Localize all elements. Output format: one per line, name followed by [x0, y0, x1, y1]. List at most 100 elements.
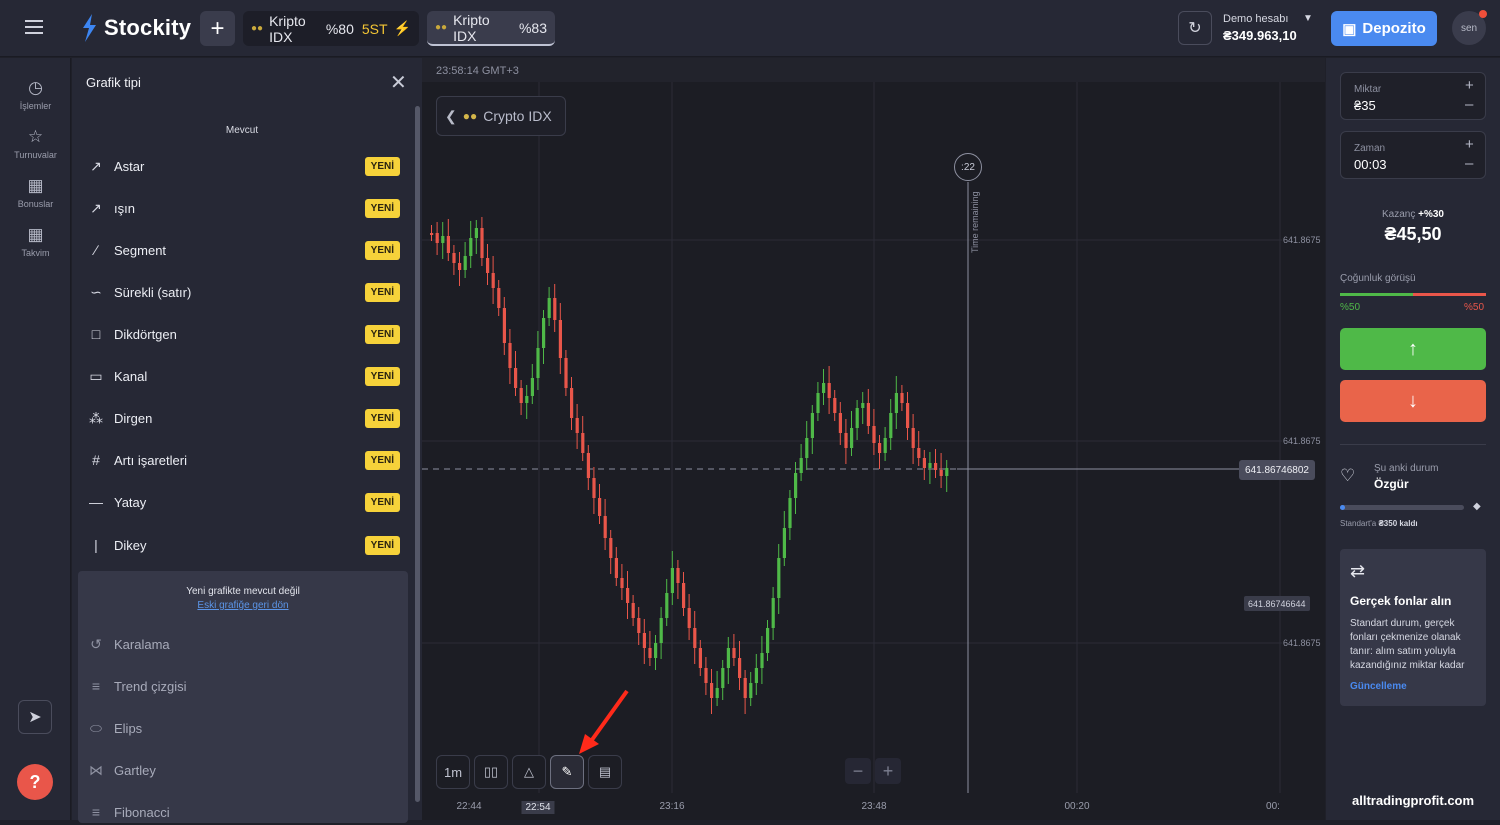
- unavailable-tools-section: Yeni grafikte mevcut değil Eski grafiğe …: [78, 571, 408, 823]
- tool-item-astar[interactable]: ↗ Astar YENİ: [86, 152, 400, 180]
- caret-down-icon: ▼: [1303, 13, 1313, 24]
- tab-asset-name: Kripto IDX: [453, 11, 490, 44]
- divider: [1340, 444, 1486, 445]
- buy-up-button[interactable]: ↑: [1340, 328, 1486, 370]
- amount-minus-button[interactable]: –: [1465, 96, 1473, 113]
- amount-label: Miktar: [1354, 84, 1382, 95]
- candle-body: [514, 368, 518, 388]
- rocket-button[interactable]: ➤: [18, 700, 52, 734]
- candle-body: [682, 583, 686, 608]
- candle-body: [519, 388, 523, 403]
- candle-body: [620, 578, 624, 588]
- unavailable-title: Yeni grafikte mevcut değil: [186, 586, 300, 597]
- time-minus-button[interactable]: –: [1465, 155, 1473, 172]
- tool-item-polyline[interactable]: ∽ Sürekli (satır) YENİ: [86, 278, 400, 306]
- close-icon[interactable]: ✕: [390, 70, 407, 95]
- tool-item-crosshair[interactable]: # Artı işaretleri YENİ: [86, 446, 400, 474]
- time-plus-button[interactable]: +: [1465, 136, 1474, 153]
- new-badge: YENİ: [364, 408, 400, 428]
- nav-item-bonuses[interactable]: ▦ Bonuslar: [0, 176, 71, 209]
- old-chart-link[interactable]: Eski grafiğe geri dön: [78, 600, 408, 611]
- polyline-icon: ∽: [90, 283, 102, 300]
- asset-tab-2[interactable]: ●● Kripto IDX %83: [427, 11, 555, 46]
- tool-item-ray[interactable]: ↗ ışın YENİ: [86, 194, 400, 222]
- asset-tab-1[interactable]: ●● Kripto IDX %80 5ST ⚡: [243, 11, 419, 46]
- candle-body: [665, 593, 669, 618]
- upgrade-link[interactable]: Güncelleme: [1350, 681, 1407, 692]
- trophy-icon: ☆: [27, 127, 44, 146]
- tool-item-pitchfork[interactable]: ⁂ Dirgen YENİ: [86, 404, 400, 432]
- candle-body: [782, 528, 786, 558]
- indicators-button[interactable]: △: [512, 755, 546, 789]
- account-selector[interactable]: Demo hesabı ▼ ₴349.963,10: [1223, 13, 1313, 43]
- horizontal-line-icon: —: [89, 494, 103, 510]
- candle-body: [928, 463, 932, 468]
- time-field[interactable]: Zaman 00:03 + –: [1340, 131, 1486, 179]
- tab-payout: %80: [325, 20, 354, 37]
- candle-body: [721, 668, 725, 688]
- nav-item-tournaments[interactable]: ☆ Turnuvalar: [0, 127, 71, 160]
- panel-scrollbar[interactable]: [415, 106, 420, 802]
- candle-body: [922, 458, 926, 468]
- tool-item-channel[interactable]: ▭ Kanal YENİ: [86, 362, 400, 390]
- tool-item-gartley[interactable]: ⋈ Gartley: [86, 757, 386, 783]
- tool-item-trend-line[interactable]: ≡ Trend çizgisi: [86, 673, 386, 699]
- amount-field[interactable]: Miktar ₴35 + –: [1340, 72, 1486, 120]
- add-tab-button[interactable]: +: [200, 11, 235, 46]
- price-chart[interactable]: 23:58:14 GMT+3 ❮ ●● Crypto IDX :22 Time …: [422, 58, 1325, 820]
- candle-body: [805, 438, 809, 458]
- brand-logo[interactable]: Stockity: [80, 14, 191, 42]
- candle-body: [435, 233, 439, 243]
- candle-body: [480, 228, 484, 258]
- segment-icon: ∕: [94, 242, 98, 258]
- nav-item-trades[interactable]: ◷ İşlemler: [0, 78, 71, 111]
- refresh-balance-button[interactable]: ↻: [1178, 11, 1212, 45]
- real-funds-promo[interactable]: ⇄ Gerçek fonlar alın Standart durum, ger…: [1340, 549, 1486, 706]
- chart-type-button[interactable]: ▯▯: [474, 755, 508, 789]
- time-value[interactable]: 00:03: [1354, 157, 1387, 172]
- chart-toolbar: 1m ▯▯ △ ✎ ▤: [436, 755, 622, 789]
- tool-label: Dikdörtgen: [114, 326, 177, 342]
- tool-item-horizontal[interactable]: — Yatay YENİ: [86, 488, 400, 516]
- status-label: Şu anki durum: [1374, 463, 1439, 474]
- tool-label: Dirgen: [114, 410, 153, 426]
- watermark: alltradingprofit.com: [1352, 793, 1475, 808]
- asset-selector-chip[interactable]: ❮ ●● Crypto IDX: [436, 96, 566, 136]
- candle-body: [726, 648, 730, 668]
- layout-button[interactable]: ▤: [588, 755, 622, 789]
- menu-icon[interactable]: [25, 20, 43, 34]
- timeframe-button[interactable]: 1m: [436, 755, 470, 789]
- nav-label: İşlemler: [19, 101, 52, 111]
- zoom-in-button[interactable]: +: [875, 758, 901, 784]
- tool-label: Fibonacci: [114, 804, 170, 820]
- help-button[interactable]: ?: [17, 764, 53, 800]
- candle-body: [777, 558, 781, 598]
- tool-item-vertical[interactable]: | Dikey YENİ: [86, 531, 400, 559]
- candle-body: [581, 433, 585, 453]
- fibonacci-icon: ≡: [91, 804, 101, 820]
- tool-item-ellipse[interactable]: ⬭ Elips: [86, 715, 386, 741]
- tool-item-fibonacci[interactable]: ≡ Fibonacci: [86, 799, 386, 825]
- status-progress-fill: [1340, 505, 1345, 510]
- tool-item-scribble[interactable]: ↺ Karalama: [86, 631, 386, 657]
- candle-body: [592, 478, 596, 498]
- nav-item-calendar[interactable]: ▦ Takvim: [0, 225, 71, 258]
- transfer-icon: ⇄: [1350, 561, 1366, 581]
- zoom-out-button[interactable]: −: [845, 758, 871, 784]
- new-badge: YENİ: [364, 240, 400, 260]
- candle-body: [760, 653, 764, 668]
- candle-body: [502, 308, 506, 343]
- rectangle-icon: □: [91, 326, 101, 342]
- candle-body: [564, 358, 568, 388]
- sell-down-button[interactable]: ↓: [1340, 380, 1486, 422]
- tool-label: ışın: [114, 200, 135, 216]
- drawing-tools-button[interactable]: ✎: [550, 755, 584, 789]
- amount-value[interactable]: ₴35: [1354, 98, 1376, 113]
- amount-plus-button[interactable]: +: [1465, 77, 1474, 94]
- gift-icon: ▦: [27, 176, 44, 195]
- candle-body: [474, 228, 478, 238]
- deposit-button[interactable]: ▣ Depozito: [1331, 11, 1437, 46]
- tool-item-rectangle[interactable]: □ Dikdörtgen YENİ: [86, 320, 400, 348]
- tool-item-segment[interactable]: ∕ Segment YENİ: [86, 236, 400, 264]
- refresh-icon: ↻: [1188, 20, 1202, 37]
